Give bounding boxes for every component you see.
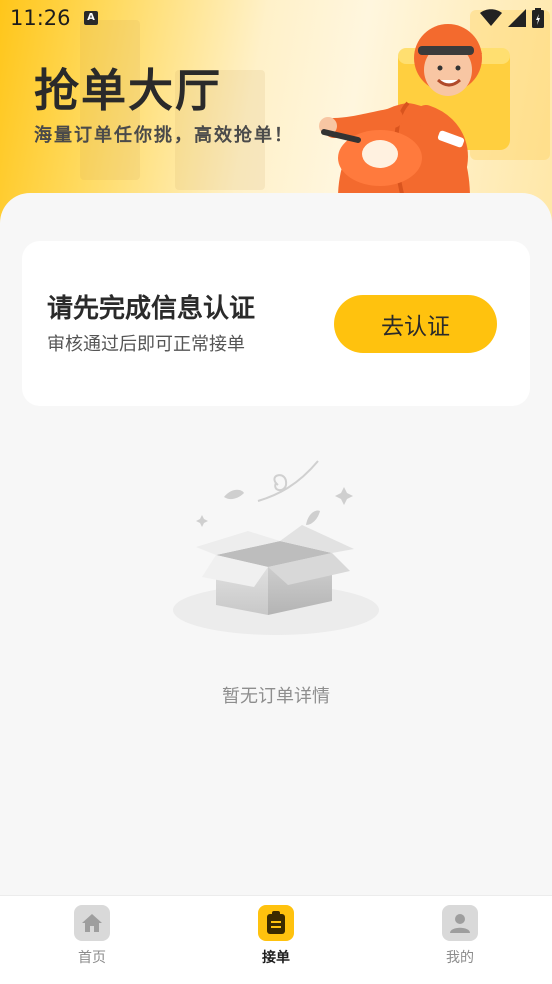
empty-state-text: 暂无订单详情 <box>222 686 330 707</box>
page-subtitle: 海量订单任你挑，高效抢单！ <box>34 125 294 146</box>
status-time: 11:26 <box>10 6 71 30</box>
bottom-tab-bar: 首页 接单 我的 <box>0 895 552 984</box>
clipboard-icon <box>258 905 294 941</box>
wifi-icon <box>480 9 502 26</box>
status-icons <box>480 8 544 28</box>
tab-home[interactable]: 首页 <box>42 905 142 975</box>
tab-orders[interactable]: 接单 <box>226 905 326 975</box>
battery-icon <box>532 8 544 28</box>
tab-home-label: 首页 <box>78 950 106 966</box>
page-title: 抢单大厅 <box>34 64 223 117</box>
verification-title: 请先完成信息认证 <box>47 294 256 324</box>
status-bar: 11:26 A <box>0 0 552 36</box>
user-icon <box>442 905 478 941</box>
verify-button[interactable]: 去认证 <box>334 295 497 353</box>
verification-card: 请先完成信息认证 审核通过后即可正常接单 去认证 <box>22 241 530 406</box>
tab-profile-label: 我的 <box>446 950 474 966</box>
empty-box-icon <box>173 460 379 635</box>
signal-icon <box>508 9 526 27</box>
tab-profile[interactable]: 我的 <box>410 905 510 975</box>
courier-illustration <box>319 24 510 198</box>
tab-orders-label: 接单 <box>262 950 290 966</box>
notification-icon: A <box>84 11 98 25</box>
verification-description: 审核通过后即可正常接单 <box>47 334 245 355</box>
home-icon <box>74 905 110 941</box>
